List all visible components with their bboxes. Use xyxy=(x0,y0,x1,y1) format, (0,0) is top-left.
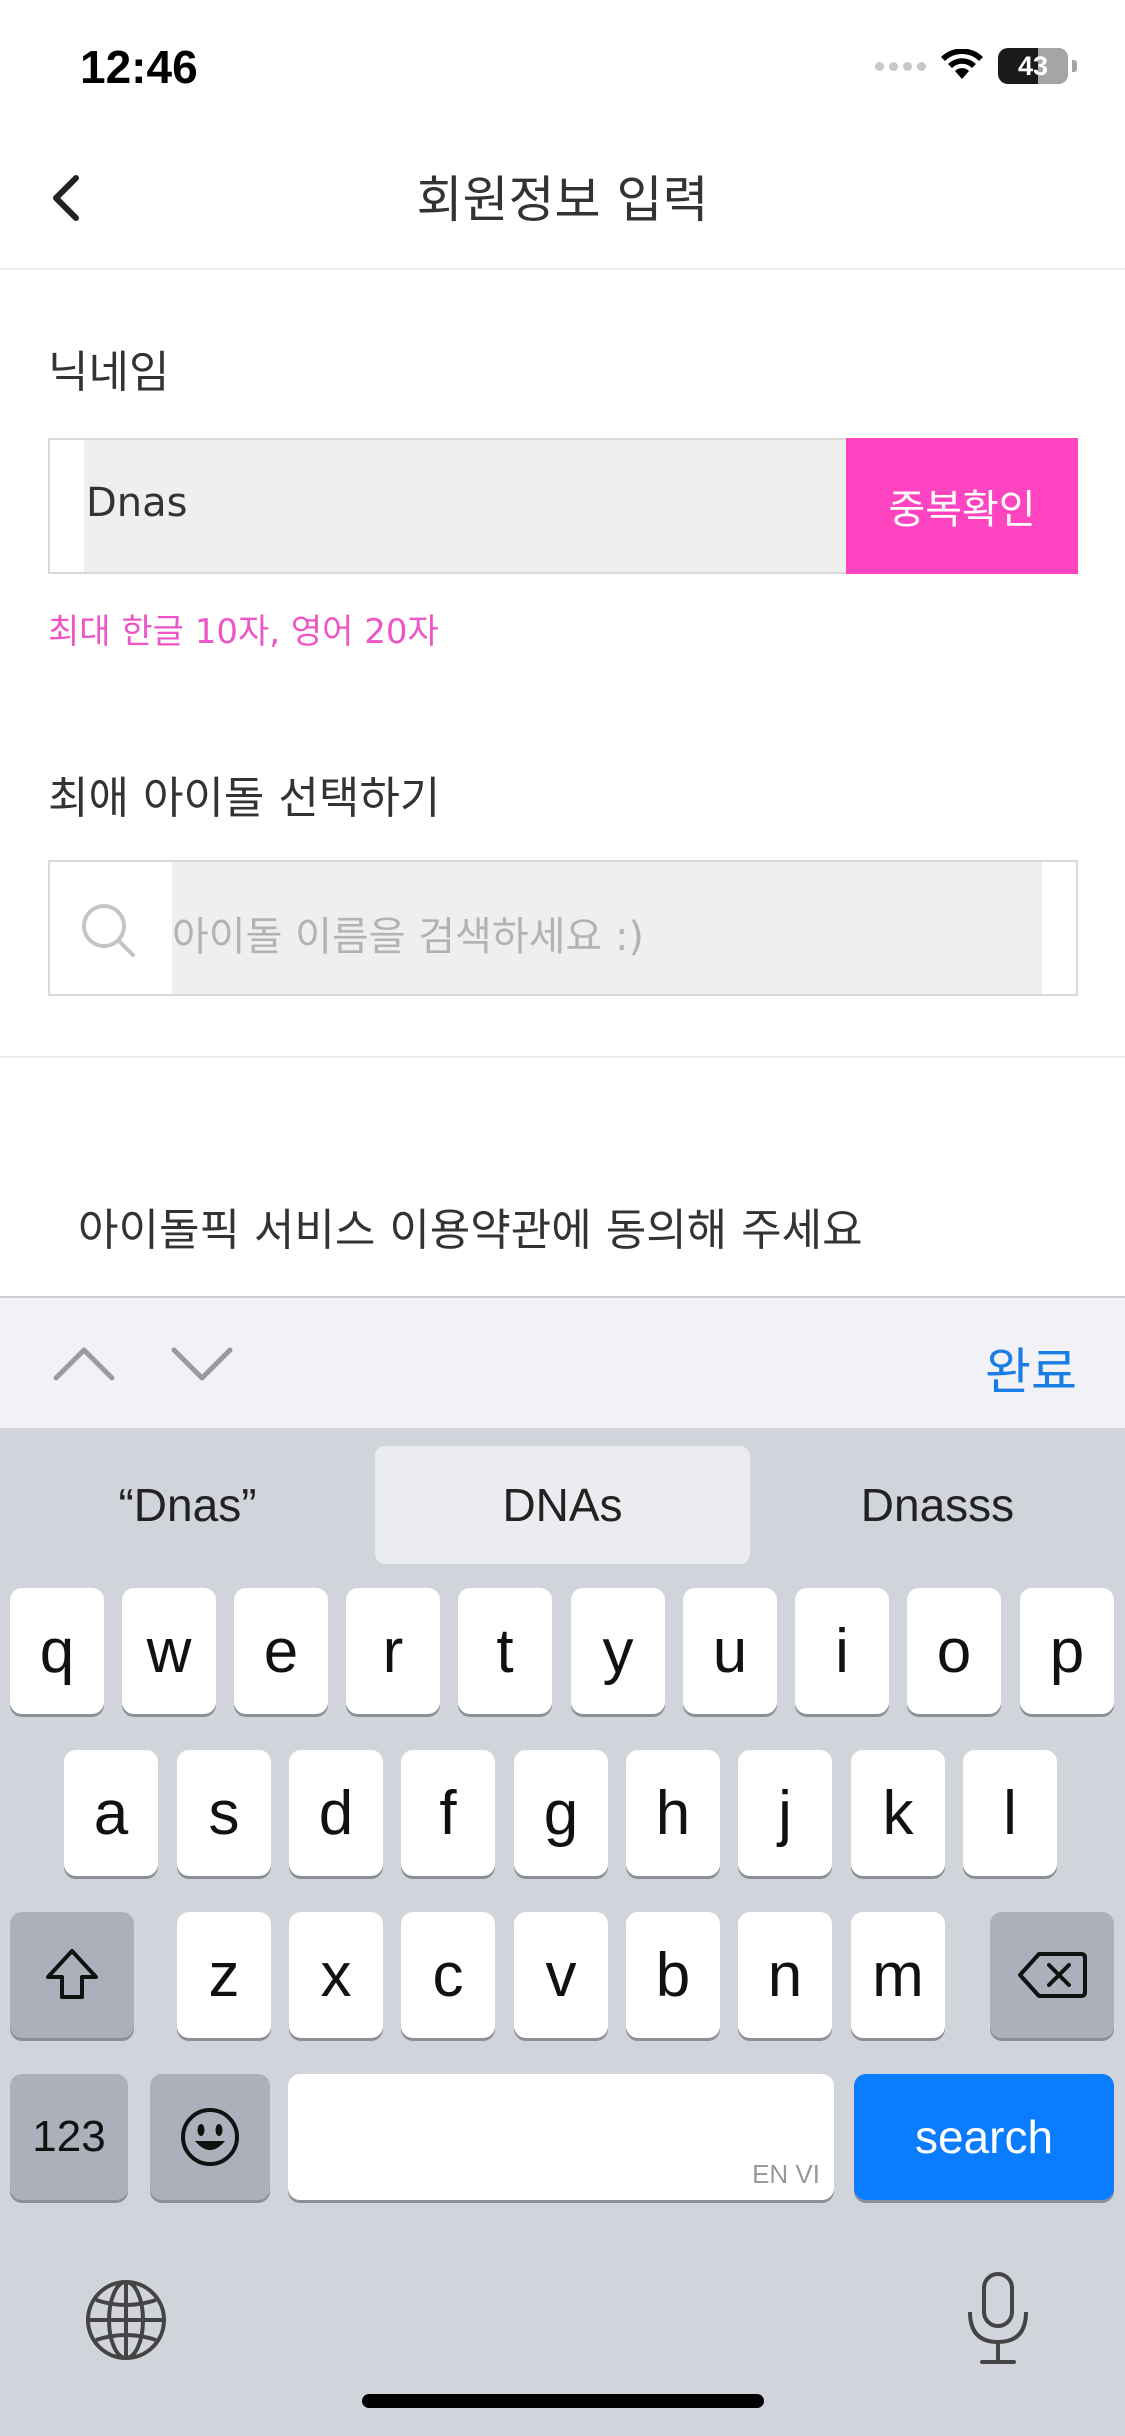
nickname-value[interactable]: Dnas xyxy=(86,480,188,526)
next-field-chevron-down-icon[interactable] xyxy=(170,1338,234,1388)
microphone-icon[interactable] xyxy=(962,2270,1034,2370)
key-n[interactable]: n xyxy=(738,1912,832,2038)
search-key[interactable]: search xyxy=(854,2074,1114,2200)
key-c[interactable]: c xyxy=(401,1912,495,2038)
nickname-hint: 최대 한글 10자, 영어 20자 xyxy=(48,612,439,652)
key-a[interactable]: a xyxy=(64,1750,158,1876)
nickname-label: 닉네임 xyxy=(48,347,170,398)
delete-key[interactable] xyxy=(990,1912,1114,2038)
suggestion-1[interactable]: “Dnas” xyxy=(0,1446,375,1564)
key-b[interactable]: b xyxy=(626,1912,720,2038)
key-s[interactable]: s xyxy=(177,1750,271,1876)
cellular-signal-icon xyxy=(875,61,926,71)
suggestion-2[interactable]: DNAs xyxy=(375,1446,750,1564)
keyboard: “Dnas” DNAs Dnasss q w e r t y u i o p a… xyxy=(0,1428,1125,2436)
previous-field-chevron-up-icon[interactable] xyxy=(52,1338,116,1388)
key-r[interactable]: r xyxy=(346,1588,440,1714)
key-w[interactable]: w xyxy=(122,1588,216,1714)
status-icons: 43 xyxy=(875,48,1077,84)
keyboard-accessory-bar: 완료 xyxy=(0,1296,1125,1428)
key-u[interactable]: u xyxy=(683,1588,777,1714)
emoji-icon xyxy=(181,2108,239,2166)
suggestion-3[interactable]: Dnasss xyxy=(750,1446,1125,1564)
duplicate-check-button[interactable]: 중복확인 xyxy=(846,438,1078,574)
idol-search-placeholder[interactable]: 아이돌 이름을 검색하세요 :) xyxy=(172,904,644,962)
key-j[interactable]: j xyxy=(738,1750,832,1876)
shift-key[interactable] xyxy=(10,1912,134,2038)
language-hint: EN VI xyxy=(752,2159,820,2189)
nickname-input[interactable] xyxy=(84,440,864,572)
battery-icon: 43 xyxy=(998,48,1068,84)
home-indicator xyxy=(362,2394,764,2408)
wifi-icon xyxy=(941,49,983,79)
key-g[interactable]: g xyxy=(514,1750,608,1876)
page-title: 회원정보 입력 xyxy=(416,171,709,229)
globe-icon[interactable] xyxy=(84,2278,168,2362)
terms-agreement-heading: 아이돌픽 서비스 이용약관에 동의해 주세요 xyxy=(78,1205,863,1256)
key-d[interactable]: d xyxy=(289,1750,383,1876)
key-h[interactable]: h xyxy=(626,1750,720,1876)
key-y[interactable]: y xyxy=(571,1588,665,1714)
key-v[interactable]: v xyxy=(514,1912,608,2038)
key-f[interactable]: f xyxy=(401,1750,495,1876)
section-divider xyxy=(0,1056,1125,1058)
backspace-icon xyxy=(1018,1952,1087,1998)
emoji-key[interactable] xyxy=(150,2074,270,2200)
key-t[interactable]: t xyxy=(458,1588,552,1714)
space-bar[interactable]: EN VI xyxy=(288,2074,834,2200)
battery-level: 43 xyxy=(1017,50,1049,81)
shift-arrow-icon xyxy=(46,1949,98,1999)
key-p[interactable]: p xyxy=(1020,1588,1114,1714)
search-icon xyxy=(82,904,135,957)
key-x[interactable]: x xyxy=(289,1912,383,2038)
key-z[interactable]: z xyxy=(177,1912,271,2038)
idol-select-label: 최애 아이돌 선택하기 xyxy=(48,773,441,824)
numbers-key[interactable]: 123 xyxy=(10,2074,128,2200)
key-l[interactable]: l xyxy=(963,1750,1057,1876)
key-i[interactable]: i xyxy=(795,1588,889,1714)
key-e[interactable]: e xyxy=(234,1588,328,1714)
nickname-field: Dnas 중복확인 xyxy=(48,438,1078,574)
idol-search-field: 아이돌 이름을 검색하세요 :) xyxy=(48,860,1078,996)
done-button[interactable]: 완료 xyxy=(985,1332,1077,1404)
key-m[interactable]: m xyxy=(851,1912,945,2038)
header-divider xyxy=(0,268,1125,270)
key-q[interactable]: q xyxy=(10,1588,104,1714)
status-time: 12:46 xyxy=(80,41,198,93)
key-o[interactable]: o xyxy=(907,1588,1001,1714)
key-k[interactable]: k xyxy=(851,1750,945,1876)
